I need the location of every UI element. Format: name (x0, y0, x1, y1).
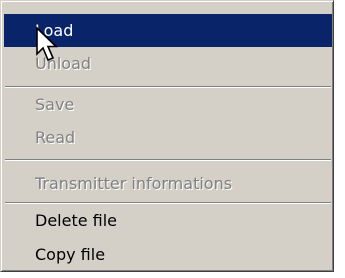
menu-item-delete-file-label: Delete file (35, 211, 118, 230)
mouse-pointer-icon (36, 27, 58, 62)
menu-item-save-label: Save (35, 95, 75, 114)
menu-item-read-label: Read (35, 128, 76, 147)
menu-item-copy-file[interactable]: Copy file (4, 238, 332, 271)
menu-separator (5, 159, 331, 161)
menu-item-transmitter-informations-label: Transmitter informations (35, 174, 233, 193)
menu-item-read[interactable]: Read (4, 121, 332, 154)
stage: Load Unload Save Read Transmitter inform… (0, 0, 345, 278)
menu-item-save[interactable]: Save (4, 88, 332, 121)
menu-item-delete-file[interactable]: Delete file (4, 204, 332, 237)
menu-item-copy-file-label: Copy file (35, 245, 106, 264)
menu-item-transmitter-informations[interactable]: Transmitter informations (4, 167, 332, 200)
